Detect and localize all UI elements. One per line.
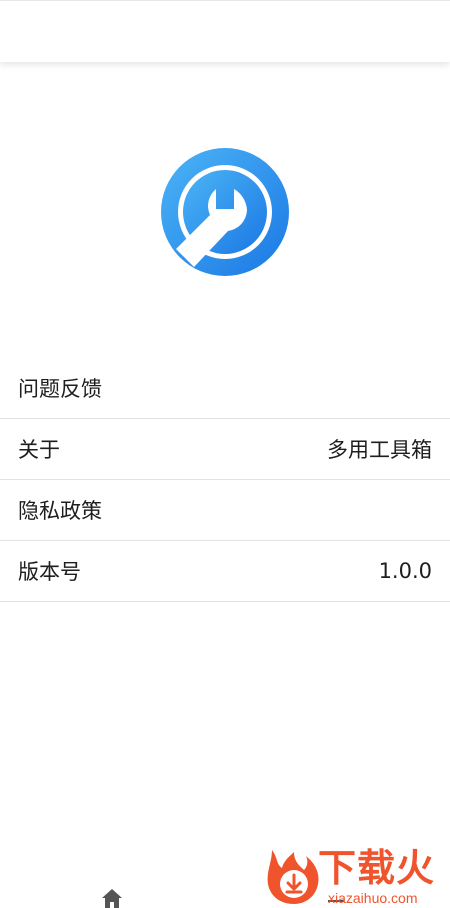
menu-item-version[interactable]: 版本号 1.0.0 xyxy=(0,541,450,602)
menu-item-label: 隐私政策 xyxy=(18,499,102,523)
menu-item-privacy-policy[interactable]: 隐私政策 xyxy=(0,480,450,541)
about-page: 问题反馈 关于 多用工具箱 隐私政策 版本号 1.0.0 下载火 xiazaih… xyxy=(0,0,450,908)
top-app-bar xyxy=(0,0,450,62)
watermark-url: xiazaihuo.com xyxy=(328,890,418,906)
menu-item-feedback[interactable]: 问题反馈 xyxy=(0,358,450,419)
app-logo-wrench-icon xyxy=(158,145,292,279)
settings-menu-list: 问题反馈 关于 多用工具箱 隐私政策 版本号 1.0.0 xyxy=(0,358,450,602)
menu-item-about[interactable]: 关于 多用工具箱 xyxy=(0,419,450,480)
menu-item-value: 多用工具箱 xyxy=(327,438,432,462)
menu-item-label: 版本号 xyxy=(18,560,81,584)
flame-download-logo-icon xyxy=(264,848,324,906)
menu-item-value: 1.0.0 xyxy=(378,559,432,583)
watermark: 下载火 xiazaihuo.com xyxy=(262,846,450,908)
watermark-title: 下载火 xyxy=(318,846,436,890)
menu-item-label: 问题反馈 xyxy=(18,377,102,401)
menu-item-label: 关于 xyxy=(18,438,60,462)
home-icon[interactable] xyxy=(101,888,123,908)
